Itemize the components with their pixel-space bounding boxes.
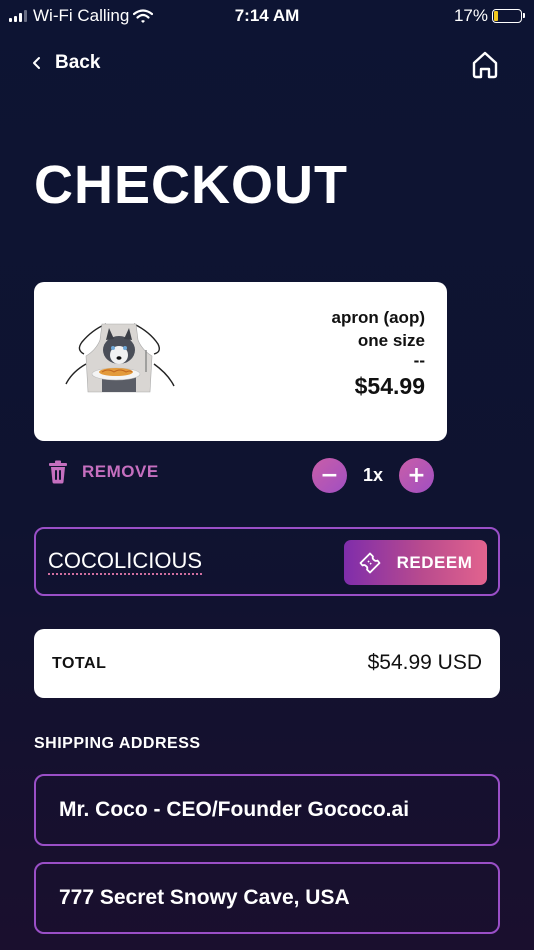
promo-code-field: COCOLICIOUS REDEEM xyxy=(34,527,500,596)
product-info: apron (aop) one size -- $54.99 xyxy=(332,306,426,403)
product-price: $54.99 xyxy=(354,373,425,399)
chevron-left-icon xyxy=(33,57,40,69)
product-size: one size xyxy=(357,331,425,350)
status-right: 17% xyxy=(453,6,525,26)
quantity-stepper: − 1x + xyxy=(312,458,434,493)
shipping-name-field[interactable]: Mr. Coco - CEO/Founder Gococo.ai xyxy=(34,774,500,846)
promo-code-input[interactable]: COCOLICIOUS xyxy=(48,549,203,575)
remove-button[interactable]: REMOVE xyxy=(48,460,159,484)
trash-icon xyxy=(49,460,67,484)
product-variant: -- xyxy=(413,351,425,370)
decrement-button[interactable]: − xyxy=(312,458,347,493)
back-label: Back xyxy=(55,52,101,73)
page-title: CHECKOUT xyxy=(34,155,348,215)
total-card: TOTAL $54.99 USD xyxy=(34,629,500,698)
back-button[interactable]: Back xyxy=(32,52,100,74)
cart-item-card: apron (aop) one size -- $54.99 xyxy=(34,282,447,441)
shipping-address-label: SHIPPING ADDRESS xyxy=(34,735,201,752)
ticket-icon xyxy=(359,552,381,573)
home-icon[interactable] xyxy=(470,50,500,80)
increment-button[interactable]: + xyxy=(399,458,434,493)
product-name: apron (aop) xyxy=(331,308,426,327)
battery-icon xyxy=(492,9,525,23)
total-label: TOTAL xyxy=(52,655,107,672)
redeem-button[interactable]: REDEEM xyxy=(344,540,487,585)
quantity-value: 1x xyxy=(362,465,384,485)
shipping-address-field[interactable]: 777 Secret Snowy Cave, USA xyxy=(34,862,500,934)
status-bar: Wi-Fi Calling 7:14 AM 17% xyxy=(0,0,534,32)
redeem-label: REDEEM xyxy=(396,552,473,572)
total-value: $54.99 USD xyxy=(367,651,482,674)
battery-percent: 17% xyxy=(453,6,488,25)
product-image xyxy=(65,323,175,393)
remove-label: REMOVE xyxy=(82,462,159,481)
